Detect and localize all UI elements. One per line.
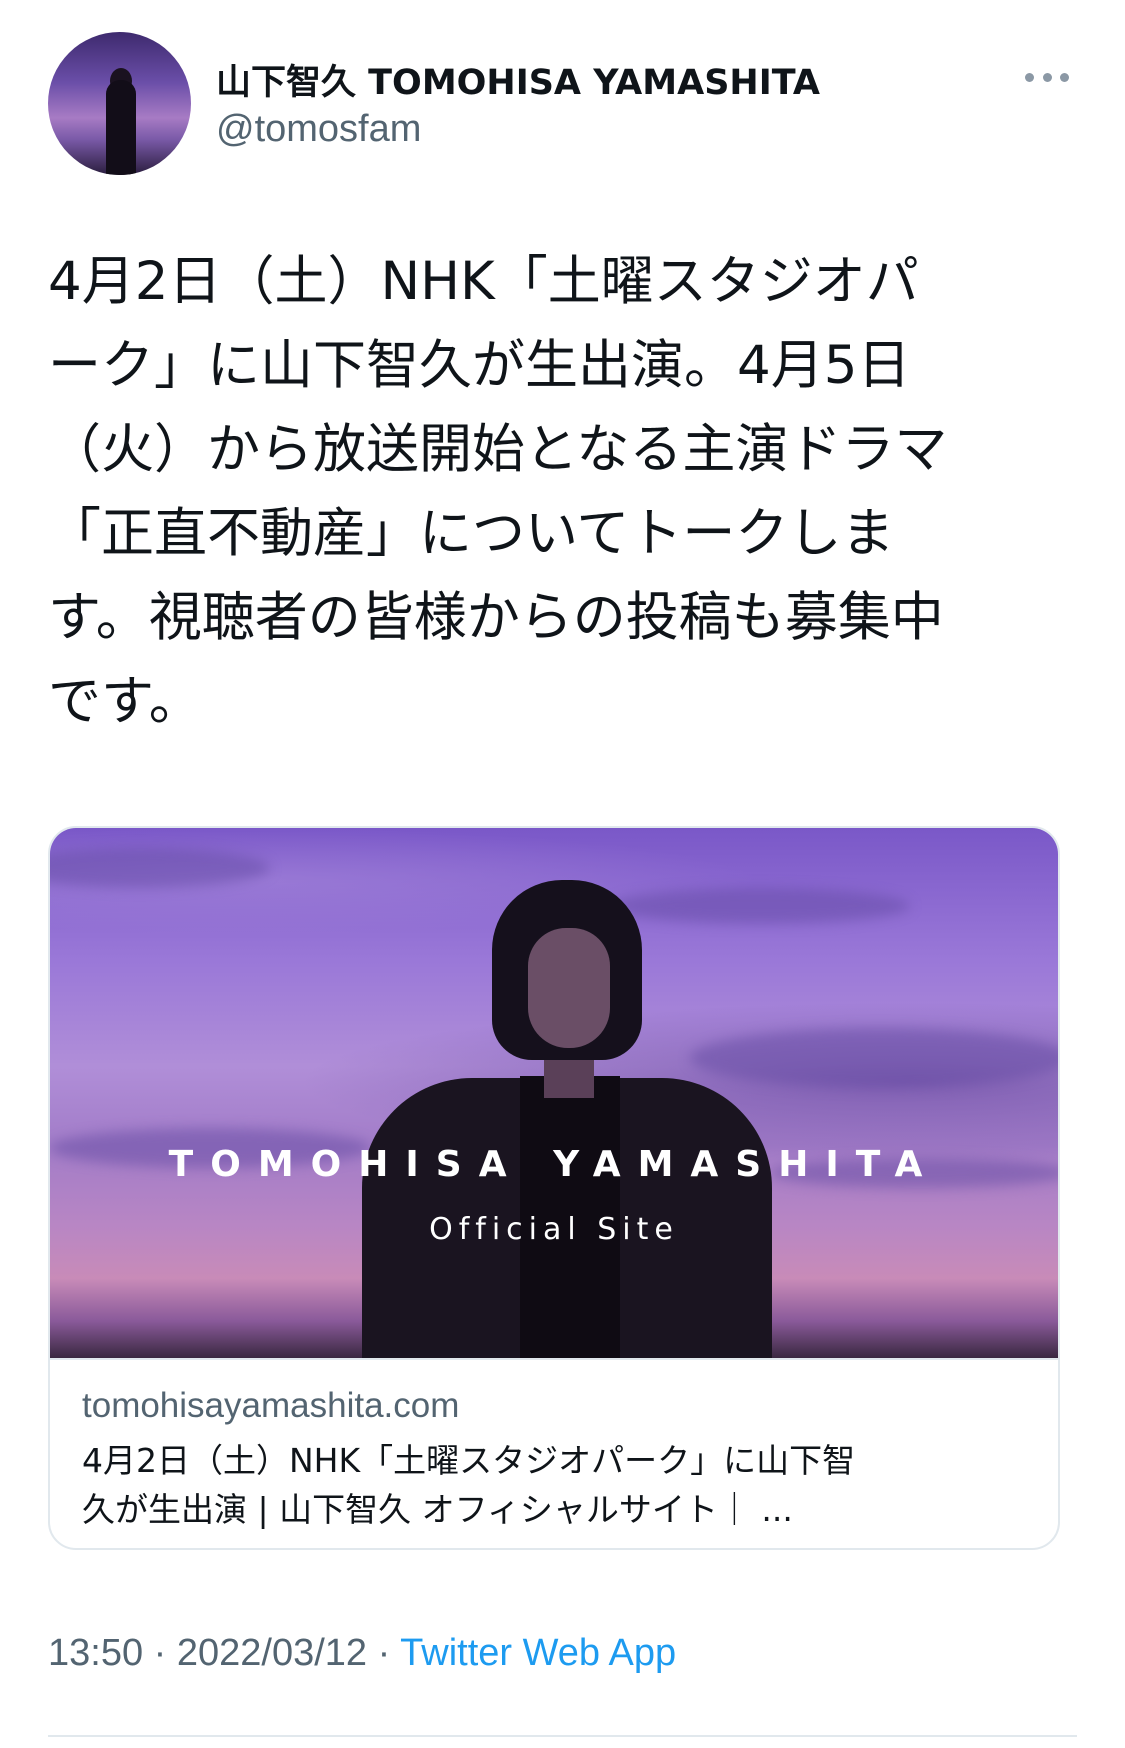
cloud-shape <box>50 848 270 888</box>
cloud-shape <box>690 1028 1058 1088</box>
divider <box>48 1735 1077 1737</box>
card-domain: tomohisayamashita.com <box>82 1386 460 1425</box>
card-title: 4月2日（土）NHK「土曜スタジオパーク」に山下智 久が生出演 | 山下智久 オ… <box>82 1441 856 1529</box>
tweet-meta: 13:50 · 2022/03/12 · Twitter Web App <box>48 1632 676 1675</box>
more-options-icon[interactable] <box>1025 70 1069 84</box>
link-card[interactable]: TOMOHISA YAMASHITA Official Site tomohis… <box>48 826 1060 1550</box>
avatar-figure-body <box>106 80 136 175</box>
user-display-name[interactable]: 山下智久 TOMOHISA YAMASHITA <box>216 54 820 105</box>
tweet-text: 4月2日（土）NHK「土曜スタジオパ ーク」に山下智久が生出演。4月5日 （火）… <box>48 251 948 732</box>
meta-separator: · <box>367 1632 401 1674</box>
tweet-date[interactable]: 2022/03/12 <box>177 1632 367 1674</box>
cloud-shape <box>610 888 910 924</box>
meta-separator: · <box>143 1632 177 1674</box>
more-dot <box>1025 72 1034 82</box>
tweet-time[interactable]: 13:50 <box>48 1632 143 1674</box>
person-face <box>528 928 610 1048</box>
tweet-header: 山下智久 TOMOHISA YAMASHITA @tomosfam <box>48 32 1077 178</box>
tweet-source-link[interactable]: Twitter Web App <box>400 1632 676 1674</box>
card-image-subtitle: Official Site <box>429 1212 679 1247</box>
more-dot <box>1042 72 1052 82</box>
more-dot <box>1060 72 1069 82</box>
avatar[interactable] <box>48 32 191 175</box>
card-body[interactable]: tomohisayamashita.com 4月2日（土）NHK「土曜スタジオパ… <box>50 1358 1058 1548</box>
card-image[interactable]: TOMOHISA YAMASHITA Official Site <box>50 828 1058 1358</box>
user-handle[interactable]: @tomosfam <box>216 108 421 151</box>
card-image-title: TOMOHISA YAMASHITA <box>168 1144 940 1185</box>
